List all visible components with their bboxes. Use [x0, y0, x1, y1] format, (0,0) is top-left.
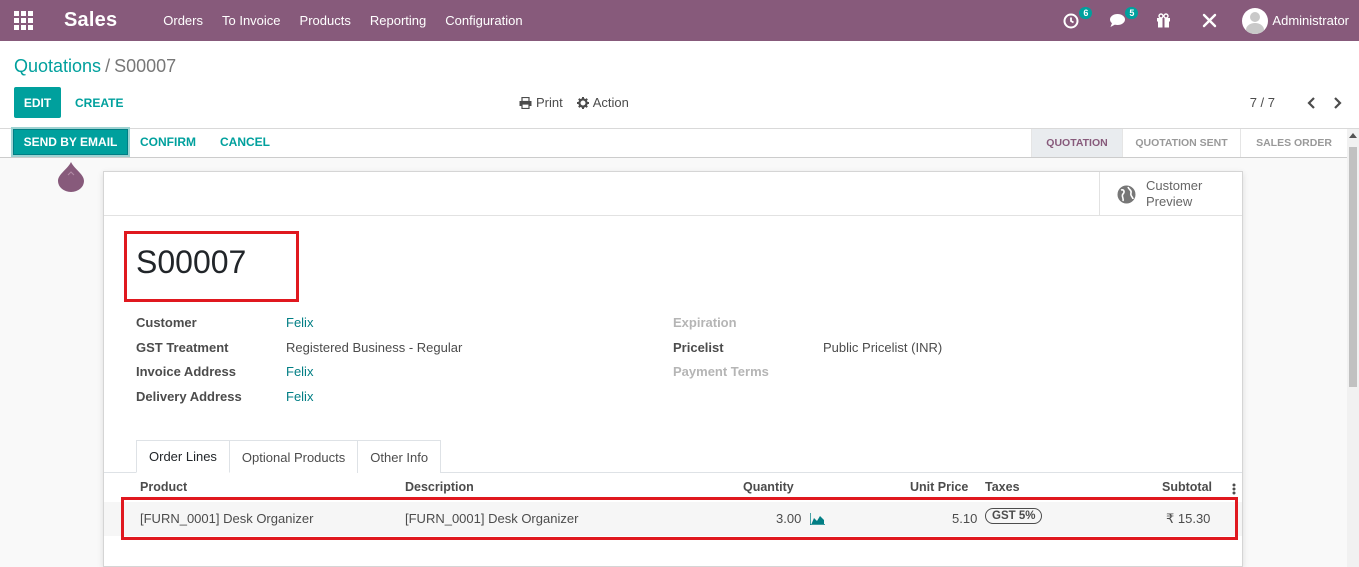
breadcrumb-quotations[interactable]: Quotations — [14, 56, 101, 76]
pager: 7 / 7 — [1250, 87, 1345, 118]
messages-button[interactable]: 5 — [1104, 6, 1139, 31]
tip-drop-icon[interactable] — [57, 162, 85, 192]
apps-menu-icon[interactable] — [0, 0, 46, 41]
avatar — [1242, 7, 1269, 34]
customer-preview-button[interactable]: Customer Preview — [1099, 172, 1242, 216]
pricelist-value: Public Pricelist (INR) — [823, 340, 943, 355]
main-menu: Orders To Invoice Products Reporting Con… — [163, 13, 541, 28]
payment-terms-label: Payment Terms — [673, 364, 769, 379]
send-by-email-button[interactable]: SEND BY EMAIL — [13, 129, 128, 155]
column-unit-price[interactable]: Unit Price — [910, 480, 968, 494]
stage-quotation: QUOTATION — [1031, 129, 1122, 157]
tab-order-lines[interactable]: Order Lines — [136, 440, 230, 473]
create-button[interactable]: CREATE — [75, 87, 123, 118]
breadcrumb: Quotations / S00007 — [14, 56, 176, 77]
gift-button[interactable] — [1150, 11, 1176, 31]
delivery-address-label: Delivery Address — [136, 389, 242, 404]
form-statusbar: SEND BY EMAIL CONFIRM CANCEL QUOTATION Q… — [0, 129, 1347, 158]
print-label: Print — [536, 95, 563, 110]
top-navbar: Sales Orders To Invoice Products Reporti… — [0, 0, 1359, 41]
customer-preview-label: Customer Preview — [1146, 178, 1203, 209]
user-name: Administrator — [1272, 13, 1349, 28]
pricelist-label: Pricelist — [673, 340, 724, 355]
activity-count-badge: 6 — [1079, 6, 1093, 19]
scroll-up-icon[interactable] — [1349, 133, 1357, 138]
expiration-label: Expiration — [673, 315, 737, 330]
cancel-button[interactable]: CANCEL — [220, 129, 270, 155]
debug-tools-button[interactable] — [1196, 11, 1222, 31]
column-taxes[interactable]: Taxes — [985, 480, 1020, 494]
printer-icon — [519, 96, 532, 109]
pager-next-icon[interactable] — [1331, 96, 1345, 110]
gst-treatment-value: Registered Business - Regular — [286, 340, 463, 355]
highlight-box-order-name — [124, 231, 299, 302]
button-box: Customer Preview — [104, 172, 1242, 216]
scroll-thumb[interactable] — [1349, 147, 1357, 387]
tab-other-info[interactable]: Other Info — [357, 440, 442, 473]
column-description[interactable]: Description — [405, 480, 474, 494]
chat-bubble-icon — [1109, 14, 1125, 27]
invoice-address-value[interactable]: Felix — [286, 364, 313, 379]
gear-icon — [576, 96, 589, 109]
stage-quotation-sent: QUOTATION SENT — [1122, 129, 1240, 157]
breadcrumb-separator: / — [105, 56, 111, 76]
globe-icon — [1117, 185, 1136, 203]
column-options-icon[interactable] — [1232, 483, 1236, 495]
gst-treatment-label: GST Treatment — [136, 340, 229, 355]
app-brand: Sales — [64, 9, 118, 31]
breadcrumb-current: S00007 — [114, 56, 177, 76]
menu-products[interactable]: Products — [300, 13, 351, 28]
gift-icon — [1156, 13, 1170, 28]
notebook-tabs: Order Lines Optional Products Other Info — [136, 440, 442, 473]
column-quantity[interactable]: Quantity — [743, 480, 794, 494]
column-subtotal[interactable]: Subtotal — [1162, 480, 1212, 494]
column-product[interactable]: Product — [140, 480, 187, 494]
order-lines-header: Product Description Quantity Unit Price … — [104, 477, 1242, 499]
pager-value[interactable]: 7 / 7 — [1250, 95, 1275, 110]
confirm-button[interactable]: CONFIRM — [140, 129, 196, 155]
pager-previous-icon[interactable] — [1304, 96, 1318, 110]
menu-configuration[interactable]: Configuration — [445, 13, 522, 28]
action-button[interactable]: Action — [576, 95, 629, 110]
stage-sales-order: SALES ORDER — [1240, 129, 1347, 157]
activity-button[interactable]: 6 — [1058, 6, 1093, 31]
customer-label: Customer — [136, 315, 197, 330]
page-scrollbar[interactable] — [1347, 129, 1359, 567]
edit-button[interactable]: EDIT — [14, 87, 61, 118]
tools-icon — [1202, 13, 1217, 28]
menu-reporting[interactable]: Reporting — [370, 13, 426, 28]
customer-value[interactable]: Felix — [286, 315, 313, 330]
action-label: Action — [592, 95, 629, 110]
menu-to-invoice[interactable]: To Invoice — [222, 13, 281, 28]
invoice-address-label: Invoice Address — [136, 364, 236, 379]
control-panel: Quotations / S00007 EDIT CREATE Print Acti… — [0, 41, 1359, 129]
user-menu[interactable]: Administrator — [1242, 7, 1349, 34]
menu-orders[interactable]: Orders — [163, 13, 203, 28]
clock-icon — [1063, 13, 1079, 28]
delivery-address-value[interactable]: Felix — [286, 389, 313, 404]
tab-optional-products[interactable]: Optional Products — [228, 440, 359, 473]
highlight-box-order-line — [121, 497, 1238, 540]
messages-count-badge: 5 — [1125, 6, 1139, 19]
print-button[interactable]: Print — [519, 95, 563, 110]
status-stages: QUOTATION QUOTATION SENT SALES ORDER — [1031, 129, 1347, 157]
